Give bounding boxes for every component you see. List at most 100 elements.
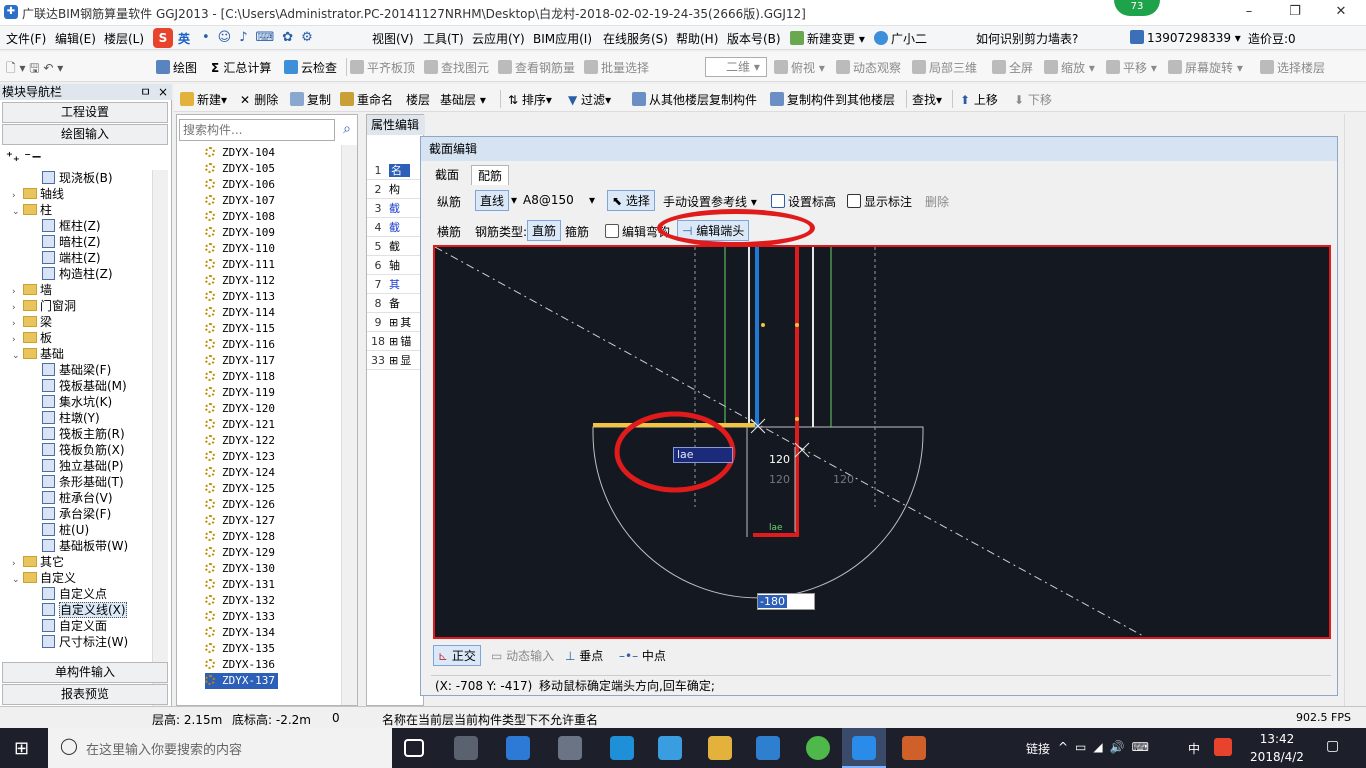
move-down-button[interactable]: ⬇ 下移 xyxy=(1014,91,1052,108)
expand-plus-icon[interactable]: ⊞ xyxy=(389,335,398,348)
pan-button[interactable]: 平移 ▾ xyxy=(1106,59,1157,76)
list-item[interactable]: ZDYX-116 xyxy=(205,337,275,353)
tray-link[interactable]: 链接 xyxy=(1026,740,1050,757)
line-mode-dropdown-icon[interactable]: ▾ xyxy=(511,193,517,207)
fullscreen-button[interactable]: 全屏 xyxy=(992,59,1033,76)
report-preview-button[interactable]: 报表预览 xyxy=(2,684,168,705)
ortho-button[interactable]: ⊾ 正交 xyxy=(433,645,481,666)
list-item[interactable]: ZDYX-137 xyxy=(205,673,278,689)
menu-bim[interactable]: BIM应用(I) xyxy=(533,30,592,47)
search-input[interactable] xyxy=(179,119,335,141)
tab-reinforcement[interactable]: 配筋 xyxy=(471,165,510,185)
drawing-canvas[interactable]: lae 120 120 120 lae -180 xyxy=(433,245,1331,639)
tree-item[interactable]: 构造柱(Z) xyxy=(42,266,113,282)
edge-icon[interactable] xyxy=(610,736,634,760)
property-row[interactable]: 3截 xyxy=(367,199,425,218)
list-item[interactable]: ZDYX-110 xyxy=(205,241,275,257)
list-item[interactable]: ZDYX-121 xyxy=(205,417,275,433)
menu-help[interactable]: 帮助(H) xyxy=(676,30,718,47)
expand-plus-icon[interactable]: ⊞ xyxy=(389,354,398,367)
menu-online[interactable]: 在线服务(S) xyxy=(603,30,668,47)
file-explorer-icon[interactable] xyxy=(708,736,732,760)
stirrup-button[interactable]: 箍筋 xyxy=(565,223,589,240)
list-item[interactable]: ZDYX-104 xyxy=(205,145,275,161)
menu-new-change[interactable]: 新建变更 ▾ xyxy=(790,30,865,47)
sort-button[interactable]: ⇅ 排序▾ xyxy=(508,91,552,108)
value-input[interactable]: -180 xyxy=(757,593,815,610)
rebar-spec-select[interactable]: A8@150 ▾ xyxy=(523,193,595,207)
tree-item[interactable]: 自定义点 xyxy=(42,586,107,602)
expand-toggle-icon[interactable]: ⌄ xyxy=(12,204,21,220)
tree-item[interactable]: 条形基础(T) xyxy=(42,474,124,490)
tree-item[interactable]: 集水坑(K) xyxy=(42,394,112,410)
tab-property-edit[interactable]: 属性编辑 xyxy=(367,115,425,135)
360-browser-icon[interactable] xyxy=(806,736,830,760)
windows-start-icon[interactable]: ⊞ xyxy=(14,738,29,759)
help-question-link[interactable]: 如何识别剪力墙表? xyxy=(976,30,1078,47)
tree-item[interactable]: 基础梁(F) xyxy=(42,362,111,378)
straight-rebar-button[interactable]: 直筋 xyxy=(527,220,562,241)
ime-toolbar-icons[interactable]: •☺♪⌨✿⚙ xyxy=(202,30,352,46)
tree-scrollbar[interactable] xyxy=(152,170,168,742)
list-item[interactable]: ZDYX-109 xyxy=(205,225,275,241)
tree-item[interactable]: 基础板带(W) xyxy=(42,538,128,554)
list-item[interactable]: ZDYX-123 xyxy=(205,449,275,465)
tree-folder[interactable]: ⌄ 柱 xyxy=(12,202,52,218)
active-app-ggj[interactable] xyxy=(842,728,886,768)
close-button[interactable]: ✕ xyxy=(1318,0,1364,26)
rotate-screen-button[interactable]: 屏幕旋转 ▾ xyxy=(1168,59,1243,76)
list-item[interactable]: ZDYX-130 xyxy=(205,561,275,577)
cloud-check-button[interactable]: 云检查 xyxy=(284,59,337,76)
select-floor-button[interactable]: 选择楼层 xyxy=(1260,59,1325,76)
list-item[interactable]: ZDYX-120 xyxy=(205,401,275,417)
tree-item[interactable]: 尺寸标注(W) xyxy=(42,634,128,650)
manual-reference-line-button[interactable]: 手动设置参考线 ▾ xyxy=(663,193,757,210)
list-item[interactable]: ZDYX-117 xyxy=(205,353,275,369)
list-scrollbar[interactable] xyxy=(341,145,357,705)
dynamic-input-button[interactable]: ▭ 动态输入 xyxy=(491,647,554,664)
tray-icons[interactable]: ^▭◢🔊⌨ xyxy=(1058,740,1156,754)
list-item[interactable]: ZDYX-113 xyxy=(205,289,275,305)
ie-icon[interactable] xyxy=(506,736,530,760)
notification-badge[interactable]: 73 xyxy=(1114,0,1160,16)
menu-version[interactable]: 版本号(B) xyxy=(727,30,781,47)
expand-toggle-icon[interactable]: ⌄ xyxy=(12,572,21,588)
tree-item[interactable]: 自定义线(X) xyxy=(42,602,127,618)
midpoint-snap-button[interactable]: –•– 中点 xyxy=(619,647,666,664)
menu-assistant[interactable]: 广小二 xyxy=(874,30,927,47)
list-item[interactable]: ZDYX-107 xyxy=(205,193,275,209)
list-item[interactable]: ZDYX-128 xyxy=(205,529,275,545)
orbit-button[interactable]: 动态观察 xyxy=(836,59,901,76)
tree-item[interactable]: 柱墩(Y) xyxy=(42,410,100,426)
restore-button[interactable]: ❐ xyxy=(1272,0,1318,26)
control-point[interactable] xyxy=(761,323,765,327)
select-button[interactable]: ⬉ 选择 xyxy=(607,190,655,211)
line-mode-button[interactable]: 直线 xyxy=(475,190,510,211)
user-account[interactable]: 13907298339 ▾ xyxy=(1130,30,1241,45)
find-button[interactable]: 查找▾ xyxy=(912,91,942,108)
close-icon[interactable]: × xyxy=(158,84,168,100)
list-item[interactable]: ZDYX-115 xyxy=(205,321,275,337)
expand-plus-icon[interactable]: ⊞ xyxy=(389,316,398,329)
control-point[interactable] xyxy=(795,417,799,421)
floor-select[interactable]: 基础层 ▾ xyxy=(440,91,486,108)
quick-access-icons[interactable]: 🗋 ▾ 🖫 ↶ ▾ xyxy=(6,59,63,80)
tree-folder[interactable]: › 梁 xyxy=(12,314,52,330)
property-row[interactable]: 1名 xyxy=(367,161,425,180)
view-rebar-button[interactable]: 查看钢筋量 xyxy=(498,59,575,76)
expand-toggle-icon[interactable]: ⌄ xyxy=(12,348,21,364)
list-item[interactable]: ZDYX-108 xyxy=(205,209,275,225)
copy-to-floor-button[interactable]: 复制构件到其他楼层 xyxy=(770,91,895,108)
view-mode-select[interactable]: 二维 ▾ xyxy=(705,57,767,77)
local-3d-button[interactable]: 局部三维 xyxy=(912,59,977,76)
search-icon[interactable]: ⌕ xyxy=(337,119,357,141)
property-row[interactable]: 18 ⊞ 锚 xyxy=(367,332,425,351)
property-row[interactable]: 6轴 xyxy=(367,256,425,275)
list-item[interactable]: ZDYX-132 xyxy=(205,593,275,609)
zoom-button[interactable]: 缩放 ▾ xyxy=(1044,59,1095,76)
tree-item[interactable]: 桩承台(V) xyxy=(42,490,113,506)
sogou-tray-icon[interactable] xyxy=(1214,738,1232,756)
tree-item[interactable]: 筏板基础(M) xyxy=(42,378,127,394)
list-item[interactable]: ZDYX-136 xyxy=(205,657,275,673)
copy-button[interactable]: 复制 xyxy=(290,91,331,108)
